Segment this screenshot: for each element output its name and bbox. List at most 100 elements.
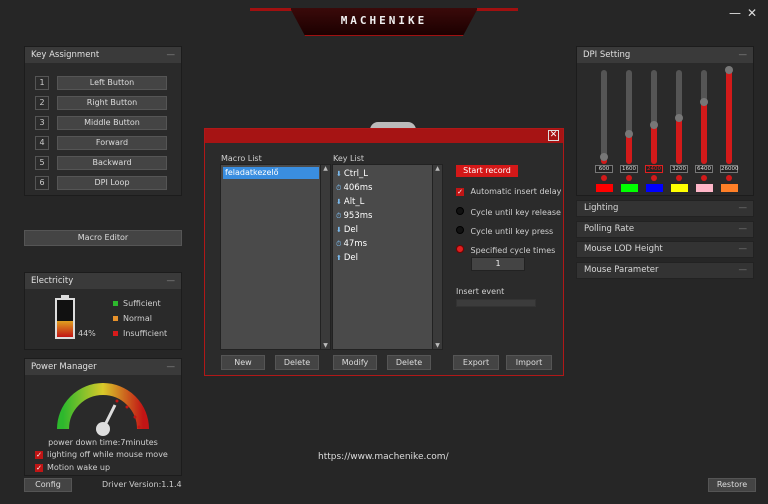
dpi-color-swatch[interactable] bbox=[721, 184, 738, 192]
power-option[interactable]: ✓ lighting off while mouse move bbox=[35, 450, 168, 459]
key-down-icon: ⬇ bbox=[336, 198, 342, 206]
key-list-item[interactable]: ⏱ 406ms bbox=[333, 181, 442, 195]
key-assign-button[interactable]: Left Button bbox=[57, 76, 167, 90]
key-list-item[interactable]: ⏱ 953ms bbox=[333, 209, 442, 223]
key-down-icon: ⬇ bbox=[336, 170, 342, 178]
start-record-button[interactable]: Start record bbox=[456, 165, 518, 177]
checkbox-checked-icon[interactable]: ✓ bbox=[456, 188, 464, 196]
dpi-select-dot[interactable] bbox=[726, 175, 732, 181]
legend-label: Insufficient bbox=[123, 329, 168, 338]
dpi-select-dot[interactable] bbox=[701, 175, 707, 181]
dpi-slider-handle[interactable] bbox=[700, 98, 708, 106]
dpi-slider-handle[interactable] bbox=[650, 121, 658, 129]
key-list-item[interactable]: ⏱ 47ms bbox=[333, 237, 442, 251]
new-macro-button[interactable]: New bbox=[221, 355, 265, 370]
legend-item: Insufficient bbox=[113, 329, 167, 338]
macro-list-item[interactable]: feladatkezelő bbox=[223, 167, 319, 179]
dpi-slider-handle[interactable] bbox=[600, 153, 608, 161]
key-list-item[interactable]: ⬆ Del bbox=[333, 251, 442, 265]
dpi-slider-track[interactable] bbox=[600, 70, 608, 164]
dpi-color-swatch[interactable] bbox=[621, 184, 638, 192]
dpi-slider-handle[interactable] bbox=[675, 114, 683, 122]
panel-title: Power Manager bbox=[31, 362, 97, 372]
dpi-color-swatch[interactable] bbox=[671, 184, 688, 192]
checkbox-checked-icon[interactable]: ✓ bbox=[35, 451, 43, 459]
dpi-slider-handle[interactable] bbox=[725, 66, 733, 74]
key-number: 2 bbox=[35, 96, 49, 110]
radio-icon[interactable] bbox=[456, 226, 464, 234]
battery-level bbox=[57, 321, 73, 337]
cycle-release-option[interactable]: Cycle until key release bbox=[456, 207, 561, 217]
collapse-icon[interactable]: — bbox=[739, 222, 748, 237]
key-assign-button[interactable]: Right Button bbox=[57, 96, 167, 110]
dpi-color-swatch[interactable] bbox=[646, 184, 663, 192]
collapse-icon[interactable]: — bbox=[739, 201, 748, 216]
collapse-icon[interactable]: — bbox=[167, 273, 176, 289]
dpi-slider-track[interactable] bbox=[650, 70, 658, 164]
delete-key-button[interactable]: Delete bbox=[387, 355, 431, 370]
dpi-value-label[interactable]: 600 bbox=[595, 165, 613, 173]
dpi-value-label[interactable]: 6400 bbox=[695, 165, 713, 173]
section-polling-rate[interactable]: Polling Rate — bbox=[576, 220, 754, 238]
website-link[interactable]: https://www.machenike.com/ bbox=[318, 452, 449, 462]
section-mouse-parameter[interactable]: Mouse Parameter — bbox=[576, 261, 754, 279]
config-button[interactable]: Config bbox=[24, 478, 72, 492]
section-mouse-lod-height[interactable]: Mouse LOD Height — bbox=[576, 241, 754, 258]
power-option[interactable]: ✓ Motion wake up bbox=[35, 463, 110, 472]
dpi-select-dot[interactable] bbox=[676, 175, 682, 181]
legend-label: Sufficient bbox=[123, 299, 161, 308]
dpi-slider-track[interactable] bbox=[675, 70, 683, 164]
collapse-icon[interactable]: — bbox=[739, 263, 748, 278]
dpi-value-label[interactable]: 2400 bbox=[645, 165, 663, 173]
dialog-titlebar: ✕ bbox=[205, 129, 563, 143]
dpi-value-label[interactable]: 26000 bbox=[720, 165, 739, 173]
power-down-time: power down time:7minutes bbox=[48, 438, 158, 447]
dpi-select-dot[interactable] bbox=[626, 175, 632, 181]
key-assign-button[interactable]: Middle Button bbox=[57, 116, 167, 130]
key-list-item[interactable]: ⬇ Alt_L bbox=[333, 195, 442, 209]
cycle-times-input[interactable]: 1 bbox=[471, 257, 525, 271]
dpi-color-swatch[interactable] bbox=[596, 184, 613, 192]
scroll-up-icon[interactable]: ▲ bbox=[433, 165, 442, 172]
import-button[interactable]: Import bbox=[506, 355, 552, 370]
dpi-slider-track[interactable] bbox=[625, 70, 633, 164]
key-assign-button[interactable]: Backward bbox=[57, 156, 167, 170]
dpi-slider-track[interactable] bbox=[725, 66, 733, 164]
modify-key-button[interactable]: Modify bbox=[333, 355, 377, 370]
delete-macro-button[interactable]: Delete bbox=[275, 355, 319, 370]
scroll-up-icon[interactable]: ▲ bbox=[321, 165, 330, 172]
macro-list[interactable]: feladatkezelő ▲ ▼ bbox=[220, 164, 331, 350]
checkbox-checked-icon[interactable]: ✓ bbox=[35, 464, 43, 472]
scroll-down-icon[interactable]: ▼ bbox=[433, 342, 442, 349]
export-button[interactable]: Export bbox=[453, 355, 499, 370]
macro-list-title: Macro List bbox=[221, 154, 262, 163]
dpi-select-dot[interactable] bbox=[651, 175, 657, 181]
dpi-color-swatch[interactable] bbox=[696, 184, 713, 192]
dpi-slider-track[interactable] bbox=[700, 70, 708, 164]
section-lighting[interactable]: Lighting — bbox=[576, 200, 754, 217]
dpi-slider-handle[interactable] bbox=[625, 130, 633, 138]
specified-cycle-option[interactable]: Specified cycle times bbox=[456, 245, 555, 255]
key-list[interactable]: ⬇ Ctrl_L ⏱ 406ms ⬇ Alt_L ⏱ 953ms ⬇ Del ⏱ 47ms ⬆ Del ▲… bbox=[332, 164, 443, 350]
dpi-value-label[interactable]: 1600 bbox=[620, 165, 638, 173]
key-assign-button[interactable]: DPI Loop bbox=[57, 176, 167, 190]
macro-editor-button[interactable]: Macro Editor bbox=[24, 230, 182, 246]
key-list-item[interactable]: ⬇ Del bbox=[333, 223, 442, 237]
restore-button[interactable]: Restore bbox=[708, 478, 756, 492]
cycle-press-option[interactable]: Cycle until key press bbox=[456, 226, 553, 236]
collapse-icon[interactable]: — bbox=[167, 47, 176, 63]
radio-selected-icon[interactable] bbox=[456, 245, 464, 253]
macro-list-scrollbar[interactable]: ▲ ▼ bbox=[320, 165, 330, 349]
key-list-item[interactable]: ⬇ Ctrl_L bbox=[333, 167, 442, 181]
dpi-value-label[interactable]: 3200 bbox=[670, 165, 688, 173]
scroll-down-icon[interactable]: ▼ bbox=[321, 342, 330, 349]
dpi-select-dot[interactable] bbox=[601, 175, 607, 181]
collapse-icon[interactable]: — bbox=[167, 359, 176, 375]
collapse-icon[interactable]: — bbox=[739, 242, 748, 257]
auto-insert-delay-option[interactable]: ✓ Automatic insert delay bbox=[456, 187, 561, 196]
key-list-scrollbar[interactable]: ▲ ▼ bbox=[432, 165, 442, 349]
insert-event-dropdown[interactable] bbox=[456, 299, 536, 307]
close-icon[interactable]: ✕ bbox=[548, 130, 559, 141]
key-assign-button[interactable]: Forward bbox=[57, 136, 167, 150]
radio-icon[interactable] bbox=[456, 207, 464, 215]
